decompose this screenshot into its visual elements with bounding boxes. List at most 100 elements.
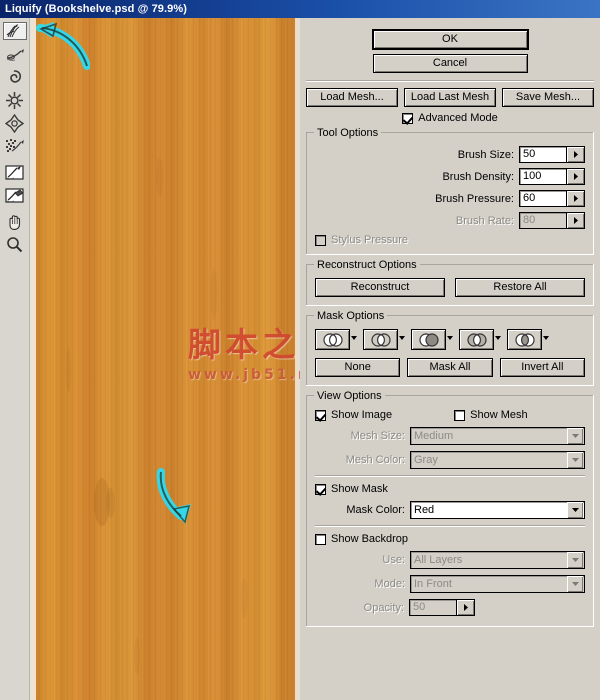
backdrop-opacity-input: 50 (410, 600, 456, 615)
brush-pressure-stepper[interactable]: 60 (519, 190, 585, 207)
tool-freeze-mask[interactable] (3, 161, 27, 184)
add-to-selection-icon[interactable] (363, 329, 398, 350)
advanced-mode-checkbox[interactable] (402, 112, 414, 124)
stylus-pressure-label: Stylus Pressure (331, 234, 409, 246)
replace-selection-icon[interactable] (315, 329, 350, 350)
none-button[interactable]: None (315, 358, 401, 377)
invert-selection-caret-icon[interactable] (542, 336, 549, 343)
brush-size-label: Brush Size: (457, 148, 514, 161)
mask-mode-invert[interactable] (507, 329, 549, 350)
backdrop-opacity-row: Opacity: 50 (315, 599, 585, 616)
invert-all-button[interactable]: Invert All (499, 358, 585, 377)
mask-mode-subtract[interactable] (411, 329, 453, 350)
brush-rate-input: 80 (520, 213, 566, 228)
tool-twirl-clockwise[interactable] (3, 66, 27, 89)
tool-options-title: Tool Options (314, 127, 382, 139)
zoom-icon (7, 237, 23, 253)
bloat-icon (5, 114, 24, 133)
backdrop-mode-chevron-down-icon (567, 576, 583, 592)
brush-size-row: Brush Size: 50 (315, 146, 585, 163)
mask-mode-buttons (315, 329, 585, 350)
backdrop-opacity-label: Opacity: (363, 601, 404, 614)
intersect-with-selection-caret-icon[interactable] (494, 336, 501, 343)
mask-mode-intersect[interactable] (459, 329, 501, 350)
backdrop-use-row: Use: All Layers (315, 551, 585, 569)
tool-turbulence[interactable] (3, 135, 27, 158)
brush-density-label: Brush Density: (442, 170, 514, 183)
mesh-color-select: Gray (410, 451, 585, 469)
backdrop-mode-select: In Front (410, 575, 585, 593)
liquify-dialog: Liquify (Bookshelve.psd @ 79.9%) 脚本之家 ww… (0, 0, 600, 700)
show-mask-checkbox[interactable] (315, 483, 326, 495)
brush-size-stepper[interactable]: 50 (519, 146, 585, 163)
subtract-from-selection-icon[interactable] (411, 329, 446, 350)
tool-hand[interactable] (3, 210, 27, 233)
mesh-buttons-row: Load Mesh... Load Last Mesh Save Mesh... (306, 88, 594, 107)
invert-selection-icon[interactable] (507, 329, 542, 350)
show-backdrop-label: Show Backdrop (331, 533, 409, 545)
show-image-checkbox[interactable] (315, 409, 326, 421)
mesh-color-chevron-down-icon (567, 452, 583, 468)
tool-pucker[interactable] (3, 89, 27, 112)
mask-mode-replace[interactable] (315, 329, 357, 350)
backdrop-divider (315, 525, 585, 527)
mask-color-chevron-down-icon[interactable] (567, 502, 583, 518)
cancel-button[interactable]: Cancel (372, 54, 528, 73)
mask-options-group: Mask Options None Mask All Invert All (306, 310, 594, 386)
brush-density-input[interactable]: 100 (520, 169, 566, 184)
mesh-size-chevron-down-icon (567, 428, 583, 444)
options-panel: OK Cancel Load Mesh... Load Last Mesh Sa… (300, 18, 600, 700)
ok-button[interactable]: OK (372, 30, 528, 49)
show-image-mesh-row: Show Image Show Mesh (315, 409, 585, 421)
save-mesh-button[interactable]: Save Mesh... (502, 88, 594, 107)
tool-zoom[interactable] (3, 233, 27, 256)
mesh-color-row: Mesh Color: Gray (315, 451, 585, 469)
tool-forward-warp[interactable] (2, 22, 27, 40)
subtract-from-selection-caret-icon[interactable] (446, 336, 453, 343)
backdrop-mode-value: In Front (414, 578, 452, 590)
brush-density-spinner-icon[interactable] (566, 169, 584, 184)
image-preview-canvas[interactable] (30, 18, 300, 700)
advanced-mode-row[interactable]: Advanced Mode (306, 112, 594, 124)
show-mesh-label: Show Mesh (470, 409, 528, 421)
load-mesh-button[interactable]: Load Mesh... (306, 88, 398, 107)
pucker-icon (6, 92, 23, 109)
hand-icon (9, 214, 21, 230)
backdrop-mode-row: Mode: In Front (315, 575, 585, 593)
turbulence-icon (6, 139, 24, 152)
mask-color-select[interactable]: Red (410, 501, 585, 519)
backdrop-opacity-stepper: 50 (409, 599, 475, 616)
tool-bloat[interactable] (3, 112, 27, 135)
brush-size-input[interactable]: 50 (520, 147, 566, 162)
show-backdrop-checkbox[interactable] (315, 533, 326, 545)
backdrop-use-select: All Layers (410, 551, 585, 569)
tool-reconstruct[interactable] (3, 43, 27, 66)
add-to-selection-caret-icon[interactable] (398, 336, 405, 343)
mask-color-label: Mask Color: (346, 504, 405, 516)
backdrop-mode-label: Mode: (374, 578, 405, 590)
freeze-mask-icon (4, 165, 24, 180)
brush-rate-row: Brush Rate: 80 (315, 212, 585, 229)
window-titlebar: Liquify (Bookshelve.psd @ 79.9%) (0, 0, 600, 18)
brush-size-spinner-icon[interactable] (566, 147, 584, 162)
mask-mode-add[interactable] (363, 329, 405, 350)
view-options-title: View Options (314, 390, 385, 402)
intersect-with-selection-icon[interactable] (459, 329, 494, 350)
brush-density-stepper[interactable]: 100 (519, 168, 585, 185)
twirl-clockwise-icon (10, 70, 22, 83)
mesh-size-row: Mesh Size: Medium (315, 427, 585, 445)
restore-all-button[interactable]: Restore All (455, 278, 585, 297)
brush-pressure-input[interactable]: 60 (520, 191, 566, 206)
mask-all-button[interactable]: Mask All (407, 358, 493, 377)
show-mesh-checkbox[interactable] (454, 409, 466, 421)
mesh-size-label: Mesh Size: (350, 430, 405, 442)
tool-thaw-mask[interactable] (3, 184, 27, 207)
reconstruct-icon (6, 49, 24, 61)
reconstruct-button[interactable]: Reconstruct (315, 278, 445, 297)
load-last-mesh-button[interactable]: Load Last Mesh (404, 88, 496, 107)
thaw-mask-icon (4, 188, 24, 203)
replace-selection-caret-icon[interactable] (350, 336, 357, 343)
view-options-group: View Options Show Image Show Mesh Mesh S… (306, 390, 594, 627)
mask-color-value: Red (414, 504, 435, 516)
brush-pressure-spinner-icon[interactable] (566, 191, 584, 206)
